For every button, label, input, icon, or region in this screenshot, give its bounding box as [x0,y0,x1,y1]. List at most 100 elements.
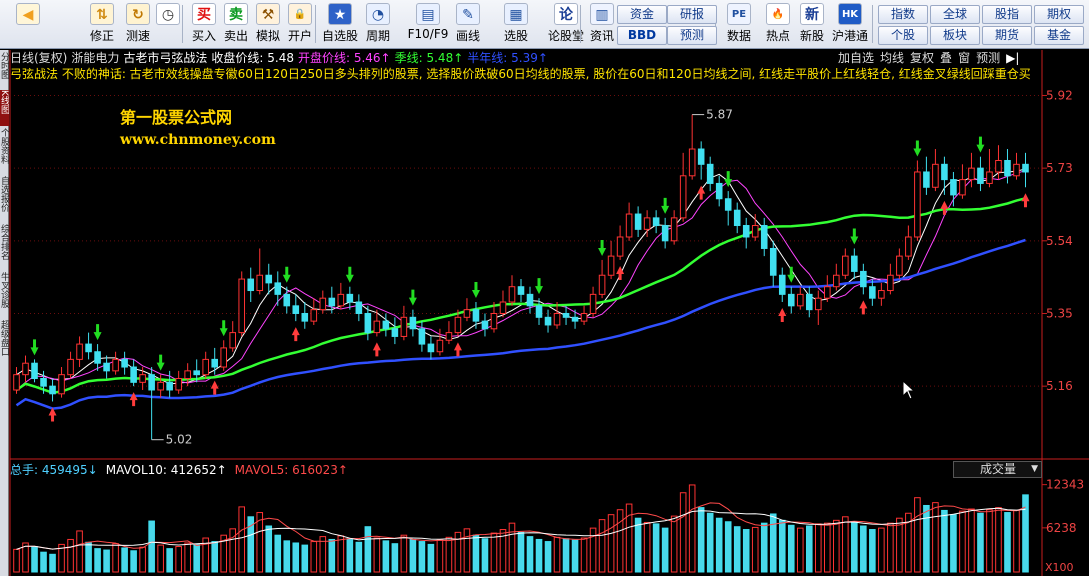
chevron-down-icon: ▼ [1031,464,1038,474]
candle-body [589,293,597,314]
candle-body [337,293,345,307]
volume-bar-78 [715,517,723,573]
candle-body [950,179,957,196]
mouse-cursor-icon [902,380,916,400]
sell-signal-arrow [724,171,733,188]
candle-body [634,213,642,230]
buy-signal-arrow [210,380,219,395]
volume-bar-18 [175,546,182,573]
candle-71 [652,210,660,234]
price-tick-label: 5.73 [1046,161,1073,175]
candle-17 [166,370,173,398]
candle-67 [616,225,624,260]
sell-signal-arrow [661,197,670,214]
candle-body [40,378,47,387]
candle-body [31,362,38,380]
candle-body [229,332,237,349]
candle-body [598,274,606,295]
volume-bar-7 [76,530,83,573]
candle-body [670,217,678,242]
candle-body [851,255,858,272]
volume-bar-51 [472,534,480,573]
volume-bar-72 [661,527,669,573]
volume-bar-52 [481,538,489,573]
candle-body [445,332,453,341]
candle-45 [418,321,426,352]
volume-bar-102 [932,502,939,573]
volume-bar-71 [652,523,660,573]
volume-bar-107 [977,512,984,573]
volume-unit-label: X100 [1045,561,1074,574]
candle-body [517,286,525,295]
volume-bar-69 [634,517,642,573]
volume-bar-42 [391,543,399,573]
volume-bar-22 [211,541,218,573]
candle-body [346,293,354,303]
candle-18 [175,370,182,394]
candle-body [274,282,282,295]
candle-33 [310,298,318,325]
volume-bar-10 [103,549,110,573]
candle-36 [337,282,345,310]
volume-indicator-select[interactable]: 成交量 ▼ [953,461,1042,478]
buy-signal-arrow [697,185,706,200]
candle-body [733,209,741,227]
candle-85 [778,267,786,303]
volume-bar-60 [553,536,561,573]
candle-body [905,236,912,257]
volume-bar-67 [616,509,624,573]
sell-signal-arrow [30,339,39,356]
candle-32 [301,302,309,329]
candle-body [22,362,29,376]
candle-66 [607,240,615,280]
candle-body [706,163,714,184]
volume-bar-93 [851,521,858,573]
high-label: 5.87 [706,108,733,122]
volume-bar-44 [409,538,417,573]
candle-76 [697,141,705,180]
candle-64 [589,286,597,318]
candle-91 [833,263,840,291]
volume-bar-39 [364,526,372,573]
candle-88 [805,286,813,318]
price-chart[interactable]: 5.92 5.73 5.54 5.35 5.16 12343 6238 X100 5.87 5.0… [0,0,1089,576]
candle-body [436,339,444,353]
candle-body [869,286,876,299]
candle-55 [508,275,516,306]
candle-body [796,293,804,307]
volume-bar-76 [697,507,705,573]
candle-93 [851,248,858,280]
candle-39 [364,305,372,341]
candle-54 [499,290,507,318]
candle-111 [1013,152,1020,180]
volume-bar-88 [805,525,813,573]
candle-112 [1022,152,1029,188]
candle-body [1022,163,1029,173]
candle-body [616,236,624,257]
volume-bar-19 [184,542,191,573]
volume-bar-28 [265,525,273,573]
volume-bar-50 [463,528,471,573]
candle-99 [905,225,912,260]
candle-body [148,374,155,391]
volume-bar-90 [824,522,831,573]
candle-body [481,320,489,330]
volume-bar-20 [193,543,200,573]
volume-bar-87 [796,527,804,573]
candle-73 [670,210,678,245]
volume-bar-33 [310,541,318,573]
volume-header: 总手: 459495↓ MAVOL10: 412652↑ MAVOL5: 61602… [10,462,950,478]
candle-body [139,374,146,383]
sell-signal-arrow [471,282,480,299]
volume-bar-82 [751,526,759,573]
volume-bar-36 [337,535,345,573]
candle-89 [814,290,822,325]
candle-21 [202,351,209,379]
volume-bar-48 [445,536,453,573]
volume-bar-15 [148,520,155,573]
candle-body [454,316,462,334]
candle-body [67,358,74,376]
candle-body [959,179,966,196]
candle-78 [715,175,723,207]
buy-signal-arrow [291,327,300,342]
